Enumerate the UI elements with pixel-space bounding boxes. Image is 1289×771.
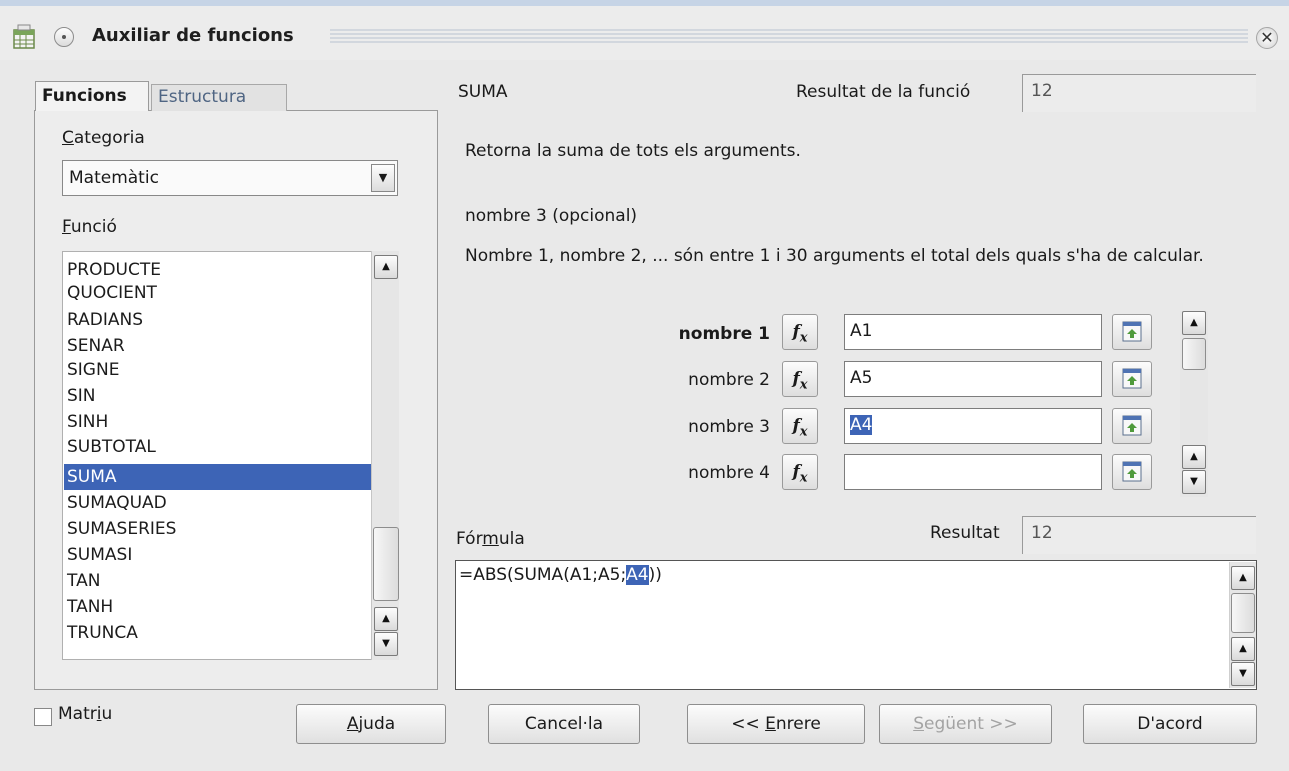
tab-estructura[interactable]: Estructura	[151, 84, 287, 111]
scroll-up-icon[interactable]: ▲	[1231, 566, 1255, 590]
fx-icon: f	[792, 462, 800, 482]
function-label: Funció	[62, 217, 117, 237]
scroll-thumb[interactable]	[1231, 593, 1255, 633]
matrix-label: Matriu	[58, 704, 113, 724]
back-mnemonic: E	[765, 714, 776, 734]
arg-label-1: nombre 1	[678, 324, 770, 344]
dropdown-arrow-icon[interactable]: ▼	[371, 164, 395, 192]
arg-label-2: nombre 2	[688, 370, 770, 390]
next-button[interactable]: Següent >>	[879, 704, 1052, 744]
category-label-mnemonic: C	[62, 128, 74, 148]
category-label: Categoria	[62, 128, 145, 148]
arg-label-3: nombre 3	[688, 417, 770, 437]
list-item[interactable]: SINH	[64, 409, 372, 435]
formula-scrollbar[interactable]: ▲ ▲ ▼	[1229, 562, 1256, 688]
formula-text-after: ))	[648, 565, 662, 585]
title-decoration	[330, 29, 1248, 43]
fx-button-4[interactable]: fx	[782, 454, 818, 490]
shrink-icon	[1122, 368, 1142, 389]
fx-icon-sub: x	[799, 424, 808, 440]
list-item-selected[interactable]: SUMA	[64, 464, 372, 490]
list-item[interactable]: SUMASERIES	[64, 516, 372, 542]
scroll-up-icon[interactable]: ▲	[374, 607, 398, 631]
list-item[interactable]: TAN	[64, 568, 372, 594]
fx-icon-sub: x	[799, 330, 808, 346]
fx-icon: f	[792, 322, 800, 342]
fx-icon-sub: x	[799, 377, 808, 393]
category-value: Matemàtic	[69, 168, 159, 188]
arg-input-3-selection: A4	[850, 415, 873, 435]
arg-label-4: nombre 4	[688, 463, 770, 483]
scroll-down-icon[interactable]: ▼	[1182, 470, 1206, 494]
scroll-up-icon[interactable]: ▲	[1231, 637, 1255, 661]
list-item[interactable]: SUMASI	[64, 542, 372, 568]
function-description: Retorna la suma de tots els arguments.	[465, 141, 801, 161]
calc-app-icon	[13, 24, 35, 49]
fx-button-1[interactable]: fx	[782, 314, 818, 350]
scroll-thumb[interactable]	[1182, 338, 1206, 370]
argument-title: nombre 3 (opcional)	[465, 206, 638, 226]
function-result-field: 12	[1022, 74, 1256, 112]
fx-icon-sub: x	[799, 470, 808, 486]
list-item[interactable]: TRUNCA	[64, 620, 372, 646]
window-title: Auxiliar de funcions	[92, 25, 294, 46]
cancel-button[interactable]: Cancel·la	[488, 704, 640, 744]
scroll-down-icon[interactable]: ▼	[374, 632, 398, 656]
formula-label-mnemonic: m	[482, 529, 499, 549]
matrix-label-mnemonic: i	[96, 704, 102, 724]
function-list-scrollbar[interactable]: ▲ ▲ ▼	[371, 251, 399, 660]
arg-input-4[interactable]	[844, 454, 1102, 490]
list-item[interactable]: SUBTOTAL	[64, 434, 372, 460]
shrink-icon	[1122, 461, 1142, 482]
function-result-label: Resultat de la funció	[796, 82, 971, 102]
back-button[interactable]: << Enrere	[687, 704, 865, 744]
arg-input-3[interactable]: A4	[844, 408, 1102, 444]
window-menu-button[interactable]	[54, 27, 74, 47]
tab-funcions[interactable]: Funcions	[35, 81, 149, 111]
list-item[interactable]: SUMAQUAD	[64, 490, 372, 516]
shrink-icon	[1122, 415, 1142, 436]
list-item[interactable]: SIN	[64, 383, 372, 409]
arg-input-2[interactable]: A5	[844, 361, 1102, 397]
category-select[interactable]: Matemàtic ▼	[62, 160, 398, 196]
formula-text-selected: A4	[626, 565, 649, 585]
next-mnemonic: S	[913, 714, 924, 734]
shrink-icon	[1122, 321, 1142, 342]
scroll-thumb[interactable]	[373, 527, 399, 601]
close-button[interactable]: ✕	[1256, 27, 1278, 49]
argument-description: Nombre 1, nombre 2, ... són entre 1 i 30…	[465, 246, 1204, 266]
result-field: 12	[1022, 516, 1256, 554]
fx-button-3[interactable]: fx	[782, 408, 818, 444]
help-mnemonic: A	[346, 714, 359, 734]
fx-icon: f	[792, 369, 800, 389]
function-list[interactable]: PRODUCTE QUOCIENT RADIANS SENAR SIGNE SI…	[62, 251, 399, 660]
arg-input-1[interactable]: A1	[844, 314, 1102, 350]
function-name: SUMA	[458, 82, 508, 102]
formula-textarea[interactable]: =ABS(SUMA(A1;A5;A4))	[455, 560, 1257, 690]
scroll-down-icon[interactable]: ▼	[1231, 662, 1255, 686]
formula-text-before: =ABS(SUMA(A1;A5;	[459, 565, 627, 585]
list-item[interactable]: RADIANS	[64, 307, 372, 333]
arguments-scrollbar[interactable]: ▲ ▲ ▼	[1180, 311, 1208, 497]
ok-button[interactable]: D'acord	[1083, 704, 1257, 744]
list-item[interactable]: SIGNE	[64, 357, 372, 383]
result-label: Resultat	[930, 523, 1000, 543]
formula-label: Fórmula	[456, 529, 525, 549]
fx-icon: f	[792, 416, 800, 436]
scroll-up-icon[interactable]: ▲	[1182, 445, 1206, 469]
function-label-mnemonic: F	[62, 217, 71, 237]
list-item[interactable]: SENAR	[64, 333, 372, 359]
help-button[interactable]: Ajuda	[296, 704, 446, 744]
fx-button-2[interactable]: fx	[782, 361, 818, 397]
scroll-up-icon[interactable]: ▲	[374, 255, 398, 279]
list-item[interactable]: TANH	[64, 594, 372, 620]
scroll-up-icon[interactable]: ▲	[1182, 311, 1206, 335]
list-item[interactable]: QUOCIENT	[64, 280, 372, 306]
matrix-checkbox[interactable]	[34, 708, 52, 726]
